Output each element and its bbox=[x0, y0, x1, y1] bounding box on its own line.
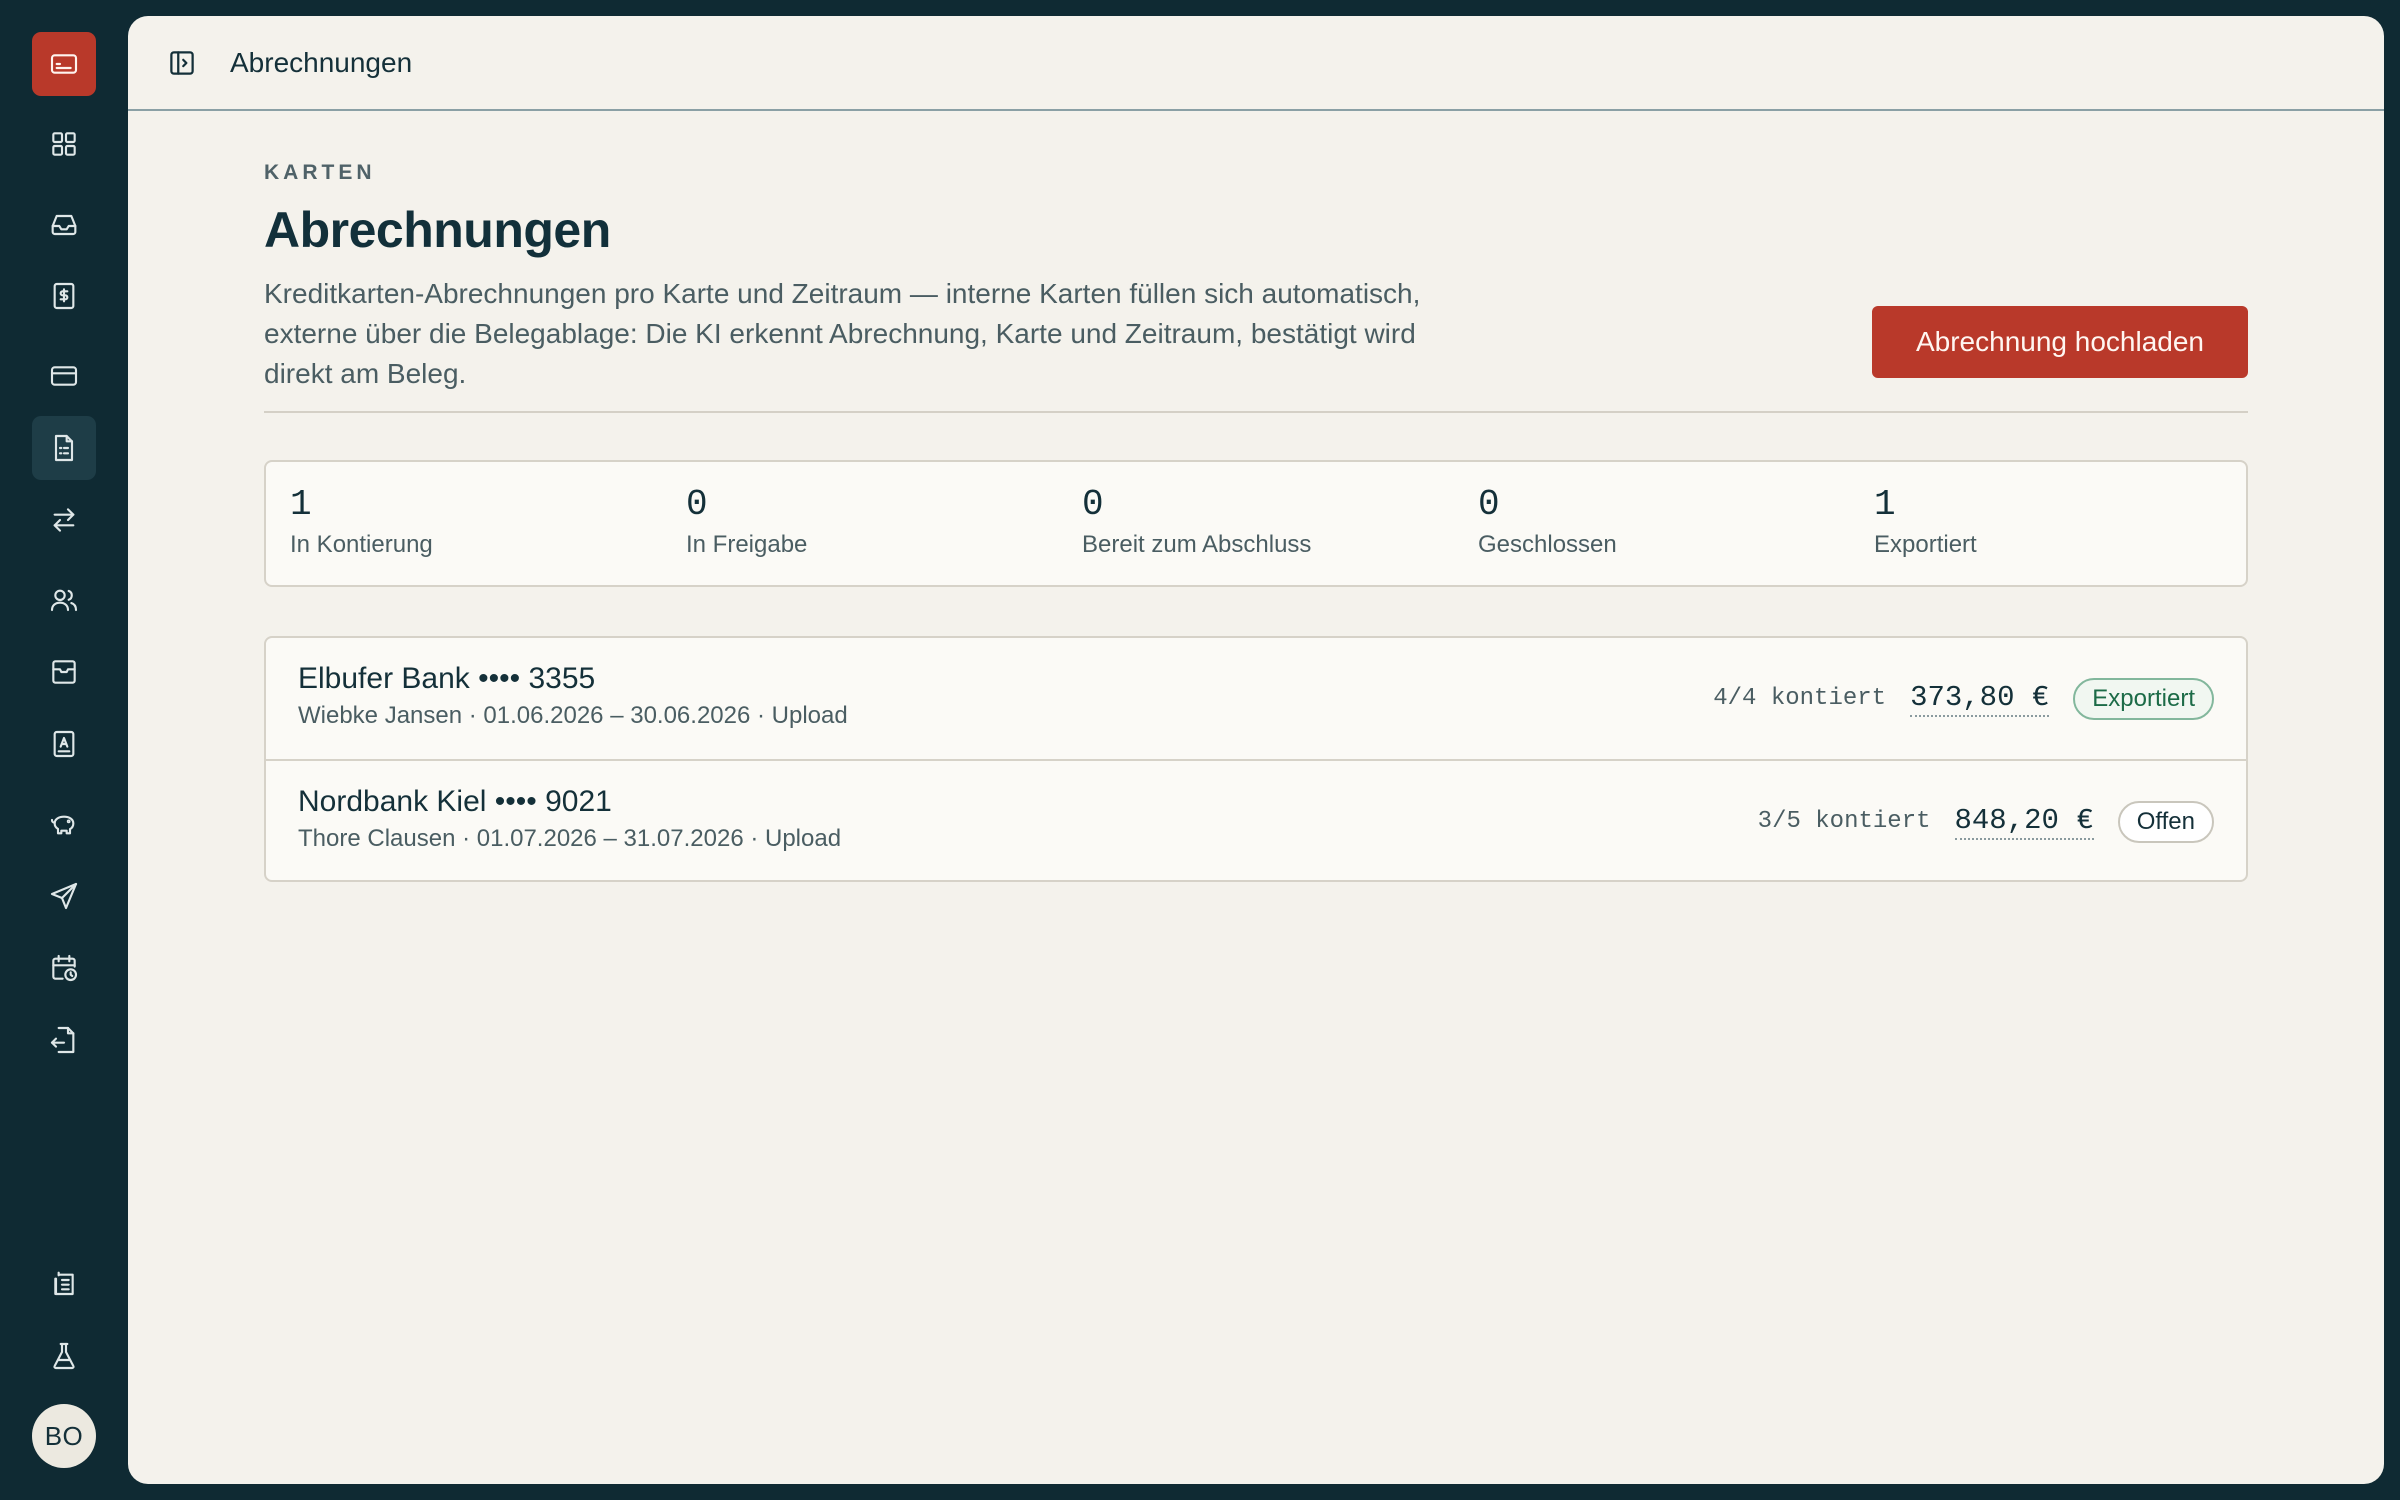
stat-label: Bereit zum Abschluss bbox=[1082, 531, 1312, 558]
credit-card-brand-icon bbox=[50, 54, 78, 74]
statement-document-icon bbox=[54, 434, 74, 462]
nav-archive[interactable] bbox=[32, 640, 96, 704]
flask-icon bbox=[53, 1342, 75, 1370]
stat-exportiert[interactable]: 1 Exportiert bbox=[1850, 462, 2246, 585]
statement-row[interactable]: Elbufer Bank •••• 3355 Wiebke Jansen · 0… bbox=[266, 638, 2246, 759]
status-summary: 1 In Kontierung 0 In Freigabe 0 Bereit z… bbox=[264, 460, 2248, 587]
inbox-icon bbox=[51, 214, 77, 236]
transfer-arrows-icon bbox=[53, 508, 75, 532]
stat-value: 0 bbox=[1478, 484, 1500, 525]
main-panel: Abrechnungen KARTEN Abrechnungen Kreditk… bbox=[128, 16, 2384, 1484]
nav-schedule[interactable] bbox=[32, 936, 96, 1000]
stat-in-kontierung[interactable]: 1 In Kontierung bbox=[266, 462, 662, 585]
nav-invoices[interactable] bbox=[32, 264, 96, 328]
statement-summary: 3/5 kontiert 848,20 € Offen bbox=[1758, 761, 2214, 882]
statement-amount[interactable]: 848,20 € bbox=[1954, 804, 2094, 840]
nav-savings[interactable] bbox=[32, 792, 96, 856]
users-icon bbox=[50, 589, 78, 612]
stat-bereit-zum-abschluss[interactable]: 0 Bereit zum Abschluss bbox=[1058, 462, 1454, 585]
nav-transactions[interactable] bbox=[32, 488, 96, 552]
statement-card-name: Nordbank Kiel •••• 9021 bbox=[298, 785, 612, 818]
send-icon bbox=[50, 882, 78, 910]
stat-value: 1 bbox=[290, 484, 312, 525]
statement-meta: Wiebke Jansen · 01.06.2026 – 30.06.2026 … bbox=[298, 702, 848, 729]
stat-geschlossen[interactable]: 0 Geschlossen bbox=[1454, 462, 1850, 585]
sidebar: BO bbox=[0, 0, 128, 1500]
status-badge: Exportiert bbox=[2073, 677, 2214, 720]
topbar: Abrechnungen bbox=[128, 16, 2384, 111]
header-divider bbox=[264, 411, 2248, 413]
booking-progress: 4/4 kontiert bbox=[1713, 685, 1887, 712]
stat-label: In Freigabe bbox=[686, 531, 808, 558]
statement-amount[interactable]: 373,80 € bbox=[1910, 681, 2050, 717]
dollar-document-icon bbox=[53, 282, 75, 310]
nav-company[interactable] bbox=[32, 1252, 96, 1316]
dashboard-grid-icon bbox=[52, 132, 76, 156]
statement-card-name: Elbufer Bank •••• 3355 bbox=[298, 662, 596, 695]
calendar-clock-icon bbox=[52, 954, 78, 982]
piggy-bank-icon bbox=[50, 815, 75, 835]
nav-send[interactable] bbox=[32, 864, 96, 928]
nav-cards[interactable] bbox=[32, 344, 96, 408]
brand-card-button[interactable] bbox=[32, 32, 96, 96]
statement-list: Elbufer Bank •••• 3355 Wiebke Jansen · 0… bbox=[264, 636, 2248, 882]
stat-label: Geschlossen bbox=[1478, 531, 1617, 558]
section-eyebrow: KARTEN bbox=[264, 161, 376, 184]
nav-dashboard[interactable] bbox=[32, 112, 96, 176]
stat-value: 1 bbox=[1874, 484, 1896, 525]
statement-meta: Thore Clausen · 01.07.2026 – 31.07.2026 … bbox=[298, 825, 842, 852]
breadcrumb: Abrechnungen bbox=[230, 46, 413, 78]
sidebar-toggle-icon bbox=[170, 50, 194, 75]
nav-labs[interactable] bbox=[32, 1324, 96, 1388]
statement-summary: 4/4 kontiert 373,80 € Exportiert bbox=[1713, 638, 2214, 759]
nav-export[interactable] bbox=[32, 1008, 96, 1072]
file-export-icon bbox=[50, 1026, 75, 1054]
nav-contacts[interactable] bbox=[32, 712, 96, 776]
status-badge: Offen bbox=[2117, 800, 2214, 843]
contact-book-icon bbox=[53, 730, 75, 758]
archive-box-icon bbox=[52, 660, 76, 684]
nav-statements[interactable] bbox=[32, 416, 96, 480]
sidebar-toggle-button[interactable] bbox=[164, 45, 200, 81]
stat-value: 0 bbox=[1082, 484, 1104, 525]
booking-progress: 3/5 kontiert bbox=[1757, 808, 1931, 835]
user-avatar[interactable]: BO bbox=[32, 1404, 96, 1468]
credit-card-icon bbox=[50, 366, 78, 386]
stat-label: In Kontierung bbox=[290, 531, 433, 558]
nav-inbox[interactable] bbox=[32, 192, 96, 256]
page-title: Abrechnungen bbox=[264, 202, 611, 258]
stat-value: 0 bbox=[686, 484, 708, 525]
upload-statement-button[interactable]: Abrechnung hochladen bbox=[1872, 306, 2248, 378]
stat-label: Exportiert bbox=[1874, 531, 1977, 558]
stat-in-freigabe[interactable]: 0 In Freigabe bbox=[662, 462, 1058, 585]
page-description: Kreditkarten-Abrechnungen pro Karte und … bbox=[264, 278, 1421, 389]
nav-users[interactable] bbox=[32, 568, 96, 632]
building-receipts-icon bbox=[54, 1271, 74, 1296]
statement-row[interactable]: Nordbank Kiel •••• 9021 Thore Clausen · … bbox=[266, 759, 2246, 880]
